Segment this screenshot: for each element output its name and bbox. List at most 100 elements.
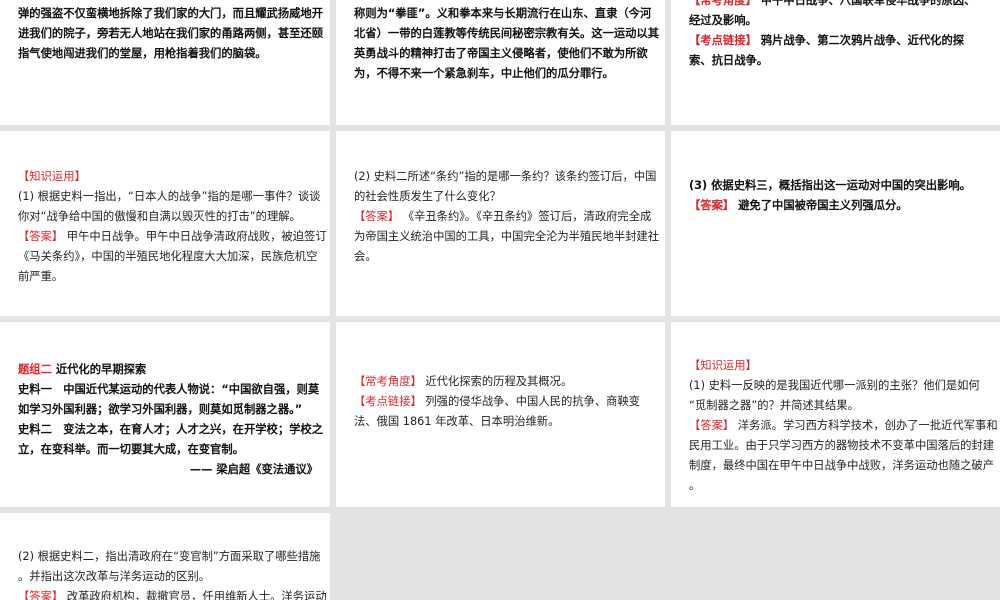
line-text: 英勇战斗的精神打击了帝国主义侵略者，使他们不敢为所欲 (354, 47, 648, 60)
line-text: 近代化探索的历程及其概况。 (421, 375, 573, 388)
text-line: (2) 史料二所述“条约”指的是哪一条约？该条约签订后，中国 (354, 167, 657, 187)
line-text: 《马关条约》，中国的半殖民地化程度大大加深，民族危机空 (18, 250, 318, 263)
text-line: 【知识运用】 (18, 167, 318, 187)
slide-text: (2) 根据史料二，指出清政府在“变官制”方面采取了哪些措施 。并指出这次改革与洋… (18, 547, 327, 600)
text-line: 。并指出这次改革与洋务运动的区别。 (18, 567, 318, 587)
text-line: 【答案】 《辛丑条约》。《辛丑条约》签订后，清政府完全成 (354, 207, 653, 227)
line-text: 称则为“拳匪”。义和拳本来与长期流行在山东、直隶（今河 (354, 7, 652, 20)
slide-text: 被……弹的强盗不仅蛮横地拆除了我们家的大门，而且耀武扬威地开进我们的院子，旁若无… (18, 0, 323, 64)
slide-r2c1[interactable]: 【知识运用】 (1) 根据史料一指出，“日本人的战争”指的是哪一事件？谈谈你对“战… (0, 131, 330, 316)
text-line: 史料一 中国近代某运动的代表人物说：“中国欲自强，则莫 (18, 380, 320, 400)
slide-r1c3[interactable]: 【常考角度】 甲午中日战争、八国联军侵华战争的原因、 经过及影响。 【考点链接】 鸦… (671, 0, 1000, 125)
section-label: 【常考角度】 (354, 375, 422, 388)
text-line: 经过及影响。 (689, 11, 988, 31)
line-text: (3) 依据史料三，概括指出这一运动对中国的突出影响。 (689, 179, 971, 192)
slide-r3c2[interactable]: 【常考角度】 近代化探索的历程及其概况。 【考点链接】 列强的侵华战争、中国人民的… (336, 322, 665, 507)
text-line: 北省）一带的白莲教等传统民间秘密宗教有关。这一运动以其 (354, 24, 659, 44)
text-line: 【常考角度】 近代化探索的历程及其概况。 (354, 372, 653, 392)
line-text: 弹的强盗不仅蛮横地拆除了我们家的大门，而且耀武扬威地开 (18, 7, 324, 20)
line-text: (1) 史料一反映的是我国近代哪一派别的主张？他们是如何 (689, 379, 980, 392)
text-line: 。 (689, 476, 988, 496)
line-text: (2) 史料二所述“条约”指的是哪一条约？该条约签订后，中国 (354, 170, 657, 183)
text-line: 称则为“拳匪”。义和拳本来与长期流行在山东、直隶（今河 (354, 4, 653, 24)
text-line: (2) 根据史料二，指出清政府在“变官制”方面采取了哪些措施 (18, 547, 321, 567)
text-line: 为帝国主义统治中国的工具，中国完全沦为半殖民地半封建社 (354, 227, 659, 247)
text-line: 【答案】 改革政府机构，裁撤官员，任用维新人士。洋务运动 (18, 587, 327, 600)
line-text: 。 (689, 479, 701, 492)
text-line: 《马关条约》，中国的半殖民地化程度大大加深，民族危机空 (18, 247, 318, 267)
text-line: 【答案】 甲午中日战争。甲午中日战争清政府战败，被迫签订 (18, 227, 327, 247)
slide-text: 题组二 近代化的早期探索史料一 中国近代某运动的代表人物说：“中国欲自强，则莫如… (18, 360, 323, 480)
slide-r2c3[interactable]: (3) 依据史料三，概括指出这一运动对中国的突出影响。 【答案】 避免了中国被帝国… (671, 131, 1000, 316)
line-text: 进我们的院子，旁若无人地站在我们家的甬路两侧，甚至还颐 (18, 27, 324, 40)
section-label: 【知识运用】 (689, 359, 757, 372)
line-text: 民用工业。由于只学习西方的器物技术不变革中国落后的封建 (689, 439, 995, 452)
slide-r1c2[interactable]: 称则为“拳匪”。义和拳本来与长期流行在山东、直隶（今河 北省）一带的白莲教等传统民… (336, 0, 665, 125)
slide-r4c1[interactable]: (2) 根据史料二，指出清政府在“变官制”方面采取了哪些措施 。并指出这次改革与洋… (0, 513, 330, 600)
text-line: (3) 依据史料三，概括指出这一运动对中国的突出影响。 (689, 176, 988, 196)
line-text: 。并指出这次改革与洋务运动的区别。 (18, 570, 211, 583)
line-text: 鸦片战争、第二次鸦片战争、近代化的探 (756, 34, 965, 47)
line-text: (2) 根据史料二，指出清政府在“变官制”方面采取了哪些措施 (18, 550, 321, 563)
text-line: 【答案】 避免了中国被帝国主义列强瓜分。 (689, 196, 988, 216)
line-text: 立，在变科举。而一切要其大成，在变官制。 (18, 443, 244, 456)
text-line: 你对“战争给中国的傲慢和自满以毁灭性的打击”的理解。 (18, 207, 318, 227)
text-line: 【答案】 洋务派。学习西方科学技术，创办了一批近代军事和 (689, 416, 998, 436)
text-line: 的社会性质发生了什么变化？ (354, 187, 653, 207)
slide-r3c3[interactable]: 【知识运用】 (1) 史料一反映的是我国近代哪一派别的主张？他们是如何 “觅制器之器… (671, 322, 1000, 507)
line-text: 史料一 中国近代某运动的代表人物说：“中国欲自强，则莫 (18, 383, 320, 396)
line-text: 你对“战争给中国的傲慢和自满以毁灭性的打击”的理解。 (18, 210, 301, 223)
section-label: 【答案】 (18, 230, 64, 243)
line-text: 法、俄国 1861 年改革、日本明治维新。 (354, 415, 560, 428)
text-line: 【常考角度】 甲午中日战争、八国联军侵华战争的原因、 (689, 0, 988, 11)
text-line: 题组二 近代化的早期探索 (18, 360, 318, 380)
line-text: 《辛丑条约》。《辛丑条约》签订后，清政府完全成 (399, 210, 652, 223)
slide-r1c1[interactable]: 被……弹的强盗不仅蛮横地拆除了我们家的大门，而且耀武扬威地开进我们的院子，旁若无… (0, 0, 330, 125)
slide-text: 【知识运用】 (1) 根据史料一指出，“日本人的战争”指的是哪一事件？谈谈你对“战… (18, 167, 327, 287)
line-text: 改革政府机构，裁撤官员，任用维新人士。洋务运动 (63, 590, 327, 600)
text-line: 民用工业。由于只学习西方的器物技术不变革中国落后的封建 (689, 436, 994, 456)
text-line: 索、抗日战争。 (689, 51, 988, 71)
line-text: 前严重。 (18, 270, 64, 283)
line-text: 避免了中国被帝国主义列强瓜分。 (734, 199, 908, 212)
line-text: 甲午中日战争、八国联军侵华战争的原因、 (756, 0, 976, 7)
section-label: 【答案】 (689, 419, 735, 432)
text-line: 法、俄国 1861 年改革、日本明治维新。 (354, 412, 653, 432)
line-text: 近代化的早期探索 (51, 363, 147, 376)
line-text: 会。 (354, 250, 377, 263)
text-line: “觅制器之器”的？并简述其结果。 (689, 396, 988, 416)
section-label: 【考点链接】 (689, 34, 757, 47)
section-label: 【答案】 (18, 590, 64, 600)
slide-text: 【常考角度】 近代化探索的历程及其概况。 【考点链接】 列强的侵华战争、中国人民的… (354, 372, 653, 432)
line-text: 的社会性质发生了什么变化？ (354, 190, 501, 203)
slide-text: 称则为“拳匪”。义和拳本来与长期流行在山东、直隶（今河 北省）一带的白莲教等传统民… (354, 4, 659, 84)
line-text: 制度，最终中国在甲午中日战争中战败，洋务运动也随之破产 (689, 459, 995, 472)
line-text: 北省）一带的白莲教等传统民间秘密宗教有关。这一运动以其 (354, 27, 660, 40)
section-label: 【答案】 (689, 199, 735, 212)
slide-text: (2) 史料二所述“条约”指的是哪一条约？该条约签订后，中国 的社会性质发生了什么… (354, 167, 659, 267)
line-text: 索、抗日战争。 (689, 54, 769, 67)
slide-text: 【常考角度】 甲午中日战争、八国联军侵华战争的原因、 经过及影响。 【考点链接】 鸦… (689, 0, 988, 71)
line-text: 为帝国主义统治中国的工具，中国完全沦为半殖民地半封建社 (354, 230, 660, 243)
text-line: 指气使地闯进我们的堂屋，用枪指着我们的脑袋。 (18, 44, 318, 64)
text-line: 【考点链接】 列强的侵华战争、中国人民的抗争、商鞅变 (354, 392, 653, 412)
line-text: —— 梁启超《变法通议》 (189, 463, 318, 476)
slide-text: (3) 依据史料三，概括指出这一运动对中国的突出影响。 【答案】 避免了中国被帝国… (689, 176, 988, 216)
line-text: 列强的侵华战争、中国人民的抗争、商鞅变 (421, 395, 641, 408)
section-label: 【常考角度】 (689, 0, 757, 7)
section-label: 题组二 (18, 363, 52, 376)
text-line: —— 梁启超《变法通议》 (18, 460, 318, 480)
text-line: (1) 根据史料一指出，“日本人的战争”指的是哪一事件？谈谈 (18, 187, 320, 207)
slide-r3c1[interactable]: 题组二 近代化的早期探索史料一 中国近代某运动的代表人物说：“中国欲自强，则莫如… (0, 322, 330, 507)
text-line: 会。 (354, 247, 653, 267)
line-text: 为，不得不来一个紧急刹车，中止他们的瓜分罪行。 (354, 67, 614, 80)
text-line: 为，不得不来一个紧急刹车，中止他们的瓜分罪行。 (354, 64, 653, 84)
text-line: 制度，最终中国在甲午中日战争中战败，洋务运动也随之破产 (689, 456, 994, 476)
slide-text: 【知识运用】 (1) 史料一反映的是我国近代哪一派别的主张？他们是如何 “觅制器之器… (689, 356, 998, 496)
line-text: 如学习外国利器；欲学习外国利器，则莫如觅制器之器。” (18, 403, 303, 416)
text-line: (1) 史料一反映的是我国近代哪一派别的主张？他们是如何 (689, 376, 988, 396)
text-line: 前严重。 (18, 267, 318, 287)
text-line: 进我们的院子，旁若无人地站在我们家的甬路两侧，甚至还颐 (18, 24, 323, 44)
text-line: 如学习外国利器；欲学习外国利器，则莫如觅制器之器。” (18, 400, 318, 420)
slide-r2c2[interactable]: (2) 史料二所述“条约”指的是哪一条约？该条约签订后，中国 的社会性质发生了什么… (336, 131, 665, 316)
